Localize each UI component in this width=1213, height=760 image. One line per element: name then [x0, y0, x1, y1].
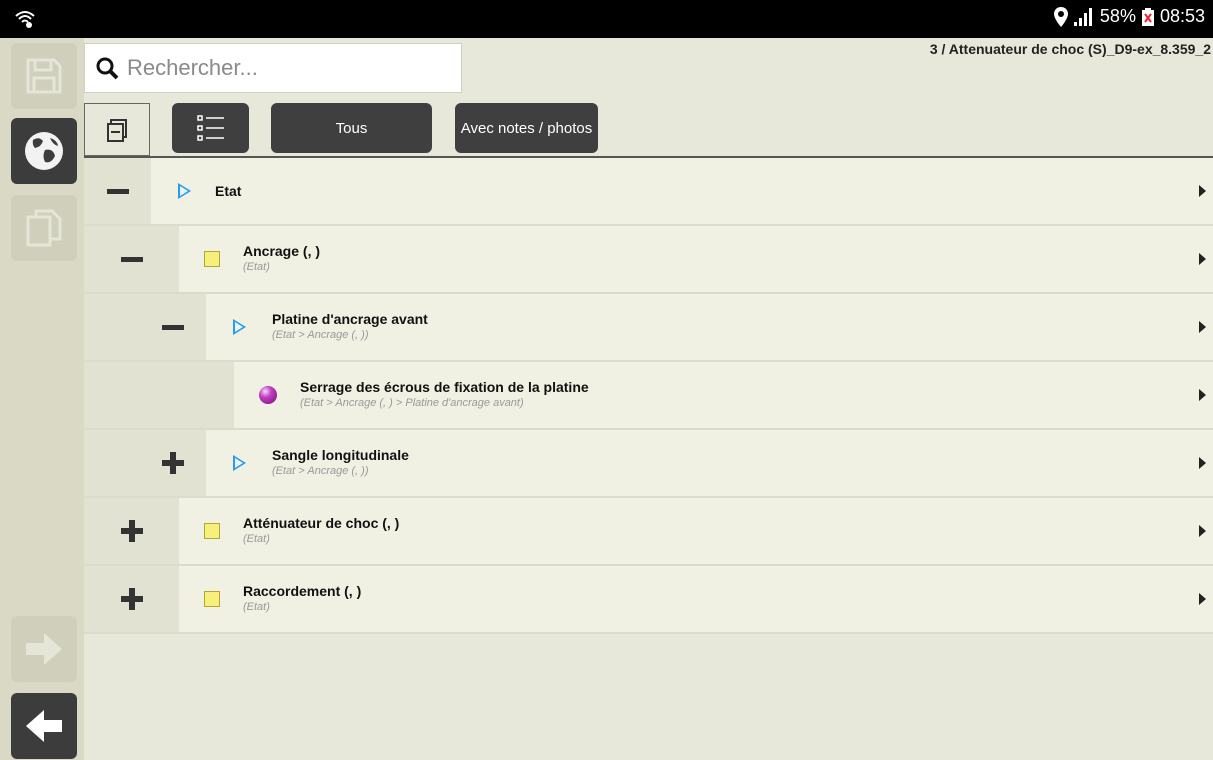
row-path: (Etat > Ancrage (, ))	[272, 329, 369, 341]
battery-icon	[1141, 7, 1154, 26]
tree-row[interactable]: Platine d'ancrage avant (Etat > Ancrage …	[84, 294, 1213, 362]
leaf-indent	[84, 362, 234, 428]
row-title: Platine d'ancrage avant	[272, 311, 428, 327]
plus-icon	[162, 452, 184, 474]
expand-toggle[interactable]	[84, 430, 206, 496]
row-content: Platine d'ancrage avant (Etat > Ancrage …	[206, 294, 1213, 360]
row-path: (Etat)	[243, 261, 270, 273]
row-content: Atténuateur de choc (, ) (Etat)	[179, 498, 1213, 564]
row-path: (Etat)	[243, 533, 270, 545]
tree-row[interactable]: Atténuateur de choc (, ) (Etat)	[84, 498, 1213, 566]
next-button[interactable]	[11, 616, 77, 682]
minus-icon	[162, 324, 184, 330]
chevron-right-icon[interactable]	[1199, 389, 1206, 401]
copy-button[interactable]	[11, 195, 77, 261]
chevron-right-icon[interactable]	[1199, 185, 1206, 197]
row-divider	[84, 632, 1213, 634]
search-icon	[96, 57, 119, 80]
tree-row[interactable]: Etat	[84, 158, 1213, 226]
row-path: (Etat > Ancrage (, ))	[272, 465, 369, 477]
square-icon	[204, 251, 220, 267]
row-title: Atténuateur de choc (, )	[243, 515, 400, 531]
ball-icon	[259, 386, 277, 404]
collapse-toggle[interactable]	[84, 294, 206, 360]
row-title: Etat	[215, 183, 242, 199]
triangle-icon	[233, 319, 246, 335]
chevron-right-icon[interactable]	[1199, 457, 1206, 469]
row-title: Ancrage (, )	[243, 243, 321, 259]
sidebar	[0, 38, 84, 760]
breadcrumb: 3 / Attenuateur de choc (S)_D9-ex_8.359_…	[929, 41, 1211, 57]
filter-notes-button[interactable]: Avec notes / photos	[455, 103, 598, 153]
copy-icon	[26, 209, 62, 247]
minus-icon	[106, 188, 129, 194]
save-button[interactable]	[11, 43, 77, 109]
location-icon	[1053, 6, 1068, 27]
clock: 08:53	[1159, 6, 1205, 26]
tree-row[interactable]: Sangle longitudinale (Etat > Ancrage (, …	[84, 430, 1213, 498]
triangle-icon	[233, 455, 246, 471]
tree-row[interactable]: Raccordement (, ) (Etat)	[84, 566, 1213, 634]
filter-all-button[interactable]: Tous	[271, 103, 432, 153]
row-title: Serrage des écrous de fixation de la pla…	[300, 379, 589, 395]
minus-icon	[120, 256, 143, 262]
tree-row[interactable]: Ancrage (, ) (Etat)	[84, 226, 1213, 294]
row-content: Ancrage (, ) (Etat)	[179, 226, 1213, 292]
globe-icon	[25, 132, 63, 170]
row-title: Sangle longitudinale	[272, 447, 409, 463]
square-icon	[204, 523, 220, 539]
arrow-left-icon	[26, 710, 62, 742]
collapse-toggle[interactable]	[84, 158, 151, 224]
arrow-right-icon	[26, 633, 62, 665]
row-title: Raccordement (, )	[243, 583, 362, 599]
chevron-right-icon[interactable]	[1199, 525, 1206, 537]
list-view-button[interactable]	[172, 103, 249, 153]
row-path: (Etat > Ancrage (, ) > Platine d'ancrage…	[300, 397, 524, 409]
expand-toggle[interactable]	[84, 498, 179, 564]
search-box[interactable]	[84, 43, 462, 93]
triangle-icon	[178, 183, 191, 199]
plus-icon	[120, 588, 143, 610]
collapse-toggle[interactable]	[84, 226, 179, 292]
row-content: Raccordement (, ) (Etat)	[179, 566, 1213, 632]
collapse-all-icon	[107, 118, 127, 142]
chevron-right-icon[interactable]	[1199, 321, 1206, 333]
square-icon	[204, 591, 220, 607]
plus-icon	[120, 520, 143, 542]
save-icon	[26, 58, 62, 94]
list-icon	[196, 115, 224, 141]
chevron-right-icon[interactable]	[1199, 253, 1206, 265]
row-path: (Etat)	[243, 601, 270, 613]
row-content: Sangle longitudinale (Etat > Ancrage (, …	[206, 430, 1213, 496]
battery-percent: 58%	[1099, 6, 1136, 26]
collapse-all-button[interactable]	[84, 103, 150, 156]
row-content: Etat	[151, 158, 1213, 224]
expand-toggle[interactable]	[84, 566, 179, 632]
row-content: Serrage des écrous de fixation de la pla…	[234, 362, 1213, 428]
globe-button[interactable]	[11, 118, 77, 184]
signal-icon	[1073, 7, 1092, 26]
back-button[interactable]	[11, 693, 77, 759]
tree-row[interactable]: Serrage des écrous de fixation de la pla…	[84, 362, 1213, 430]
search-input[interactable]	[125, 54, 449, 82]
chevron-right-icon[interactable]	[1199, 593, 1206, 605]
wifi-icon	[15, 11, 35, 28]
status-bar: 58% 08:53	[0, 0, 1213, 38]
